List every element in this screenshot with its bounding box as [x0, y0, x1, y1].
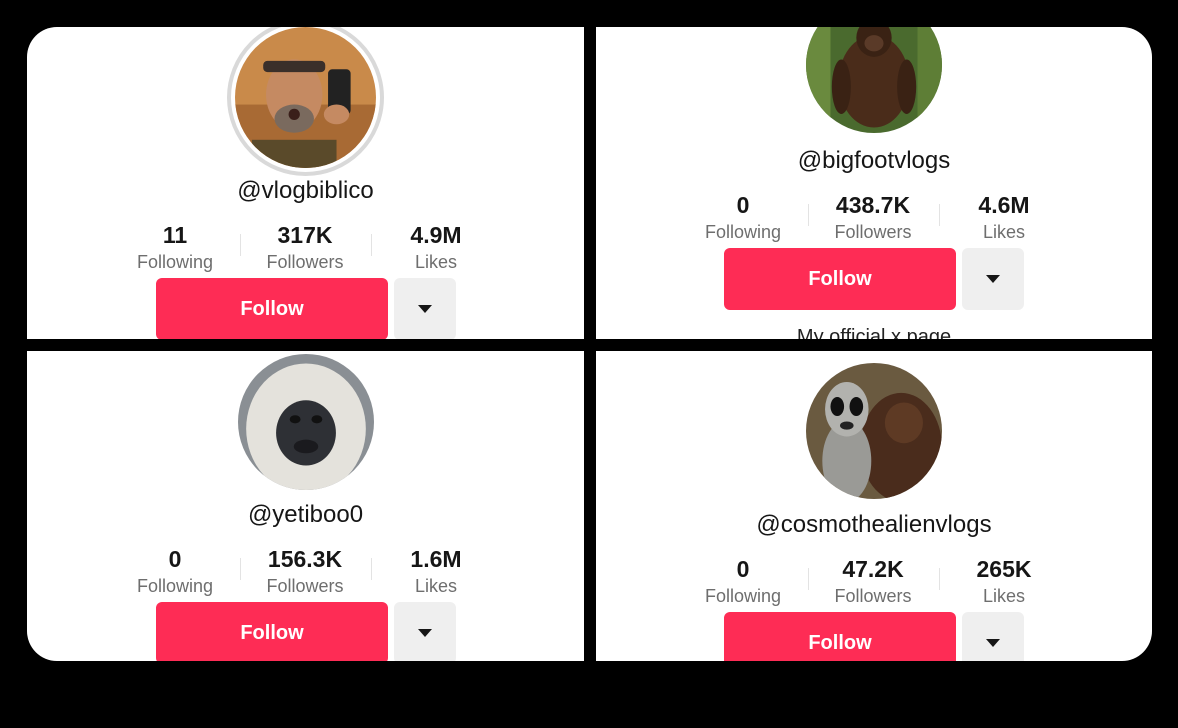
likes-label: Likes: [414, 252, 458, 272]
yeti-avatar-icon[interactable]: [238, 354, 374, 490]
likes-label: Likes: [982, 222, 1026, 242]
follow-button[interactable]: Follow: [156, 602, 388, 661]
followers-count: 317K: [277, 222, 333, 248]
followers-label: Followers: [266, 576, 344, 596]
likes-stat: 4.6M Likes: [939, 192, 1069, 244]
bigfoot-avatar-icon[interactable]: [806, 27, 942, 133]
following-label: Following: [704, 586, 782, 606]
caret-down-icon: [986, 639, 1000, 647]
followers-label: Followers: [266, 252, 344, 272]
following-count: 11: [162, 222, 188, 248]
profile-panel-bigfootvlogs: @bigfootvlogs 0 Following 438.7K Followe…: [596, 27, 1152, 339]
followers-stat[interactable]: 156.3K Followers: [240, 546, 370, 598]
followers-count: 156.3K: [267, 546, 343, 572]
screenshot-collage: @vlogbiblico 11 Following 317K Followers…: [27, 27, 1152, 661]
likes-count: 4.6M: [978, 192, 1030, 218]
more-options-button[interactable]: [394, 602, 456, 661]
following-count: 0: [168, 546, 182, 572]
alien-and-bigfoot-avatar-icon[interactable]: [806, 363, 942, 499]
likes-count: 4.9M: [410, 222, 462, 248]
man-selfie-avatar-icon[interactable]: [235, 27, 376, 168]
likes-stat: 4.9M Likes: [371, 222, 501, 274]
following-stat[interactable]: 0 Following: [110, 546, 240, 598]
following-stat[interactable]: 0 Following: [678, 192, 808, 244]
likes-stat: 1.6M Likes: [371, 546, 501, 598]
more-options-button[interactable]: [962, 248, 1024, 310]
following-stat[interactable]: 0 Following: [678, 556, 808, 608]
likes-count: 1.6M: [410, 546, 462, 572]
following-count: 0: [736, 556, 750, 582]
more-options-button[interactable]: [962, 612, 1024, 661]
caret-down-icon: [418, 305, 432, 313]
following-label: Following: [704, 222, 782, 242]
followers-stat[interactable]: 438.7K Followers: [808, 192, 938, 244]
following-label: Following: [136, 252, 214, 272]
profile-handle: @bigfootvlogs: [797, 147, 951, 174]
followers-label: Followers: [834, 586, 912, 606]
profile-handle: @cosmothealienvlogs: [756, 511, 992, 538]
likes-count: 265K: [976, 556, 1032, 582]
followers-label: Followers: [834, 222, 912, 242]
profile-handle: @yetiboo0: [247, 501, 364, 528]
profile-panel-yetiboo0: @yetiboo0 0 Following 156.3K Followers 1…: [27, 351, 584, 661]
follow-button[interactable]: Follow: [156, 278, 388, 339]
profile-panel-cosmothealienvlogs: @cosmothealienvlogs 0 Following 47.2K Fo…: [596, 351, 1152, 661]
followers-count: 47.2K: [842, 556, 904, 582]
following-label: Following: [136, 576, 214, 596]
caret-down-icon: [418, 629, 432, 637]
profile-panel-vlogbiblico: @vlogbiblico 11 Following 317K Followers…: [27, 27, 584, 339]
following-stat[interactable]: 11 Following: [110, 222, 240, 274]
following-count: 0: [736, 192, 750, 218]
profile-bio: My official x page: [796, 326, 952, 339]
profile-handle: @vlogbiblico: [237, 177, 374, 204]
follow-button[interactable]: Follow: [724, 248, 956, 310]
followers-stat[interactable]: 47.2K Followers: [808, 556, 938, 608]
follow-button[interactable]: Follow: [724, 612, 956, 661]
more-options-button[interactable]: [394, 278, 456, 339]
caret-down-icon: [986, 275, 1000, 283]
followers-stat[interactable]: 317K Followers: [240, 222, 370, 274]
likes-label: Likes: [414, 576, 458, 596]
likes-label: Likes: [982, 586, 1026, 606]
followers-count: 438.7K: [835, 192, 911, 218]
likes-stat: 265K Likes: [939, 556, 1069, 608]
